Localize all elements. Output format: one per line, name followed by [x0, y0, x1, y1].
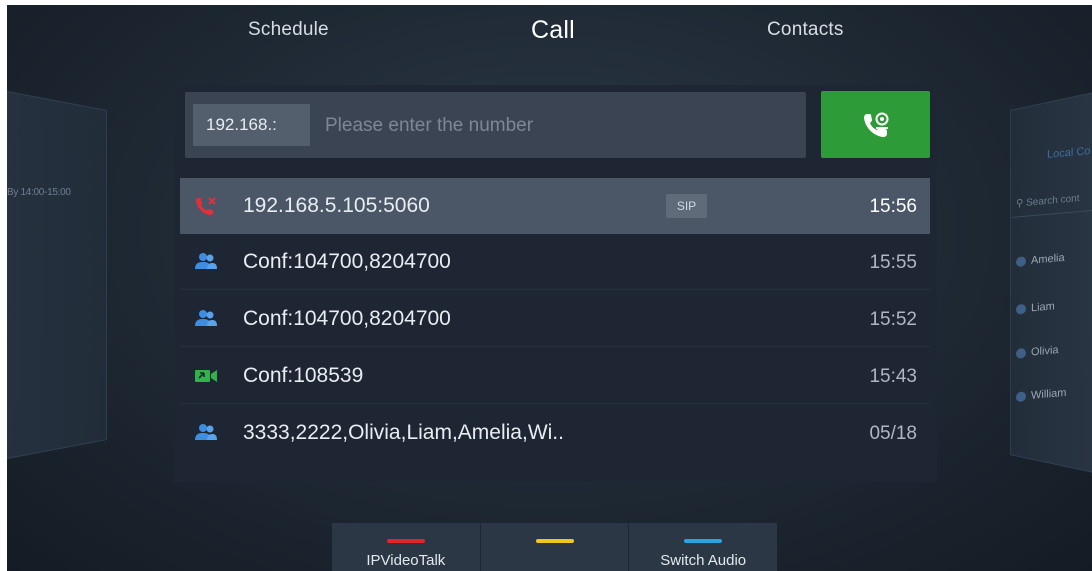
- call-history-time: 15:52: [869, 309, 917, 330]
- tab-call[interactable]: Call: [531, 16, 575, 45]
- red-key-indicator: [386, 539, 425, 543]
- call-history-time: 05/18: [869, 423, 917, 444]
- ip-prefix-field[interactable]: 192.168.:: [193, 104, 310, 146]
- call-history-row[interactable]: 3333,2222,Olivia,Liam,Amelia,Wi.. 05/18: [180, 405, 930, 461]
- softkey-label: IPVideoTalk: [366, 552, 446, 569]
- call-screen: By 14:00-15:00 Local Co ⚲ Search cont Am…: [7, 5, 1092, 571]
- search-icon: ⚲: [1016, 197, 1024, 210]
- call-history-label: Conf:108539: [243, 364, 364, 387]
- call-history-row[interactable]: Conf:104700,8204700 15:55: [180, 234, 930, 290]
- call-history-row[interactable]: Conf:104700,8204700 15:52: [180, 291, 930, 347]
- dial-call-button[interactable]: [821, 91, 930, 158]
- contact-avatar-icon: [1016, 303, 1026, 315]
- call-history-row[interactable]: 192.168.5.105:5060 SIP 15:56: [180, 178, 930, 234]
- conference-icon: [195, 253, 217, 269]
- video-call-icon: [195, 370, 217, 382]
- softkey-switch-audio[interactable]: Switch Audio: [629, 523, 778, 571]
- number-input[interactable]: Please enter the number: [325, 115, 533, 137]
- softkey-label: Switch Audio: [660, 552, 747, 569]
- missed-call-icon: [196, 197, 216, 215]
- conference-icon: [195, 424, 217, 440]
- top-tab-bar: Schedule Call Contacts: [7, 5, 1092, 65]
- yellow-key-indicator: [535, 539, 574, 543]
- call-history-label: 192.168.5.105:5060: [243, 194, 430, 217]
- call-history-time: 15:55: [869, 252, 917, 273]
- contact-avatar-icon: [1016, 347, 1026, 359]
- call-history-time: 15:43: [869, 366, 917, 387]
- tab-schedule[interactable]: Schedule: [248, 19, 329, 41]
- protocol-badge: SIP: [666, 194, 707, 218]
- schedule-preview-panel[interactable]: [7, 83, 107, 467]
- call-history-row[interactable]: Conf:108539 15:43: [180, 348, 930, 404]
- call-history-time: 15:56: [869, 196, 917, 217]
- conference-icon: [195, 310, 217, 326]
- blue-key-indicator: [684, 539, 723, 543]
- contact-avatar-icon: [1016, 391, 1026, 403]
- contact-avatar-icon: [1016, 256, 1026, 268]
- schedule-preview-text: By 14:00-15:00: [7, 187, 71, 198]
- softkey-bar: IPVideoTalk Switch Audio: [332, 523, 778, 571]
- call-history-label: 3333,2222,Olivia,Liam,Amelia,Wi..: [243, 421, 564, 444]
- call-history-label: Conf:104700,8204700: [243, 250, 451, 273]
- phone-call-icon: [863, 112, 888, 137]
- tab-contacts[interactable]: Contacts: [767, 19, 844, 41]
- call-history-label: Conf:104700,8204700: [243, 307, 451, 330]
- softkey-ipvideotalk[interactable]: IPVideoTalk: [332, 523, 481, 571]
- softkey-yellow[interactable]: [480, 523, 630, 571]
